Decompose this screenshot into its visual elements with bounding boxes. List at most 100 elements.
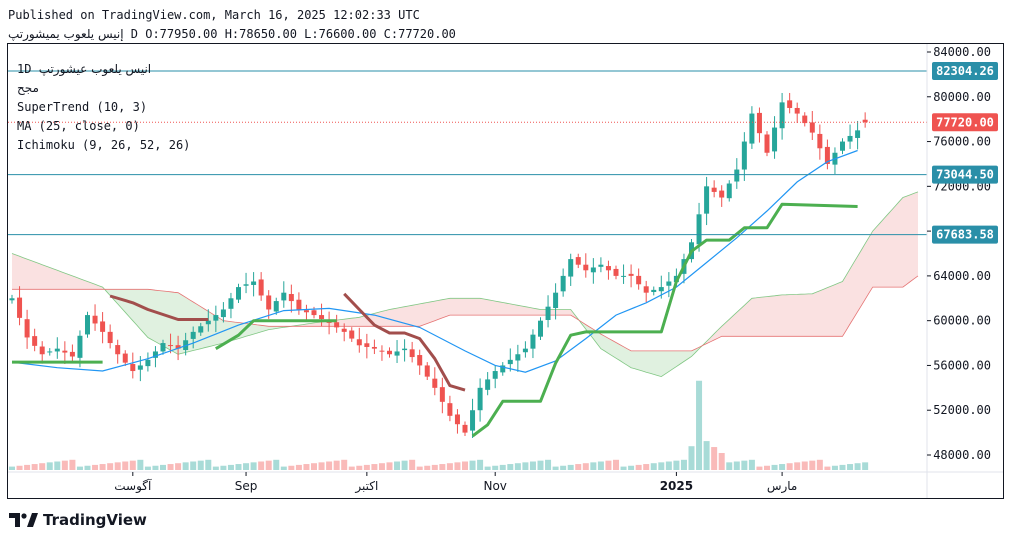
volume-bar [771, 464, 778, 470]
volume-bar [529, 461, 536, 470]
candle-body [32, 336, 38, 346]
volume-bar [333, 460, 340, 470]
candle-body [613, 268, 619, 276]
volume-bar [613, 459, 619, 470]
volume-bar [703, 441, 710, 470]
volume-bar [227, 464, 234, 470]
candle-body [855, 130, 861, 138]
candle-body [137, 365, 143, 370]
candle-body [122, 353, 128, 363]
candle-body [145, 359, 151, 367]
volume-bar [764, 465, 770, 470]
candle-body [288, 294, 294, 302]
volume-bar [567, 464, 574, 470]
volume-bar [741, 460, 748, 470]
legend-ichimoku[interactable]: Ichimoku (9, 26, 52, 26) [17, 138, 190, 152]
candle-body [160, 343, 166, 352]
volume-bar [552, 466, 559, 470]
volume-bar [99, 464, 106, 470]
candle-body [409, 349, 415, 358]
volume-bar [24, 464, 31, 470]
volume-bar [182, 462, 189, 470]
candle-body [651, 289, 657, 293]
volume-bar [824, 466, 831, 470]
ichimoku-cloud-bullish [12, 191, 918, 377]
legend-ma[interactable]: MA (25, close, 0) [17, 119, 140, 133]
price-label-hline: 82304.26 [936, 64, 994, 78]
candle-body [507, 359, 513, 365]
candle-body [69, 351, 75, 357]
candle-body [77, 335, 83, 358]
candle-body [54, 348, 60, 352]
volume-bar [416, 466, 423, 470]
volume-bar [545, 459, 552, 470]
volume-bar [363, 464, 370, 470]
volume-bar [726, 462, 733, 470]
legend-interval: 1D [17, 62, 32, 76]
volume-bar [273, 459, 280, 470]
candle-body [568, 259, 574, 277]
volume-bar [69, 459, 76, 470]
candle-body [515, 354, 521, 361]
candle-body [220, 309, 226, 318]
volume-bar [665, 461, 672, 470]
candle-body [251, 281, 257, 285]
volume-bar [107, 463, 114, 470]
candle-body [621, 275, 627, 277]
x-tick-label: 2025 [660, 479, 693, 493]
candle-body [130, 363, 136, 372]
candle-body [787, 100, 793, 108]
x-tick-label: مارس [767, 479, 798, 494]
volume-bar [288, 465, 295, 470]
volume-bar [114, 462, 121, 470]
candle-body [243, 284, 249, 286]
volume-bar [711, 447, 718, 470]
candle-body [190, 331, 196, 339]
volume-bar [575, 464, 582, 470]
volume-bar [847, 464, 854, 470]
volume-bar [801, 461, 808, 470]
legend-symbol[interactable]: 1D انيس يلعوب عيشورتپ [17, 62, 151, 76]
candle-body [168, 345, 174, 347]
price-label-last: 77720.00 [936, 115, 994, 129]
candle-body [100, 321, 106, 332]
volume-bar [167, 464, 174, 470]
candle-body [477, 387, 483, 411]
volume-bar [696, 380, 703, 470]
x-tick-label: آگوست [114, 478, 152, 494]
legend-symbol-name: انيس يلعوب عيشورتپ [38, 62, 152, 76]
volume-bar [394, 461, 401, 470]
candle-body [749, 113, 755, 144]
tradingview-logo[interactable]: TradingView [9, 511, 147, 529]
volume-bar [318, 462, 325, 470]
x-tick-label: اکتبر [354, 479, 378, 494]
volume-bar [560, 465, 567, 470]
volume-bar [348, 466, 355, 470]
volume-bar [129, 460, 136, 470]
volume-bar [76, 466, 83, 470]
candle-body [598, 264, 604, 267]
candle-body [817, 133, 823, 149]
ichimoku-span-a [11, 191, 919, 378]
candle-body [371, 346, 377, 349]
candle-body [47, 351, 53, 353]
candle-body [213, 315, 219, 321]
volume-bar [212, 466, 219, 470]
legend-supertrend[interactable]: SuperTrend (10, 3) [17, 100, 147, 114]
volume-bar [424, 465, 431, 470]
volume-bar [46, 462, 53, 470]
candle-body [62, 350, 68, 353]
volume-bar [265, 460, 272, 470]
volume-bar [39, 463, 46, 470]
volume-bar [431, 464, 438, 470]
volume-bar [152, 465, 159, 470]
candle-body [296, 299, 302, 310]
legend-volume[interactable]: مجح [17, 81, 39, 95]
candle-body [553, 292, 559, 309]
candle-body [590, 267, 596, 273]
volume-bar [454, 462, 461, 470]
volume-bar [514, 463, 521, 470]
volume-bar [839, 464, 846, 470]
price-chart[interactable]: 48000.00 52000.00 56000.00 60000.00 64000.00… [0, 0, 1012, 541]
volume-bar [409, 459, 416, 470]
